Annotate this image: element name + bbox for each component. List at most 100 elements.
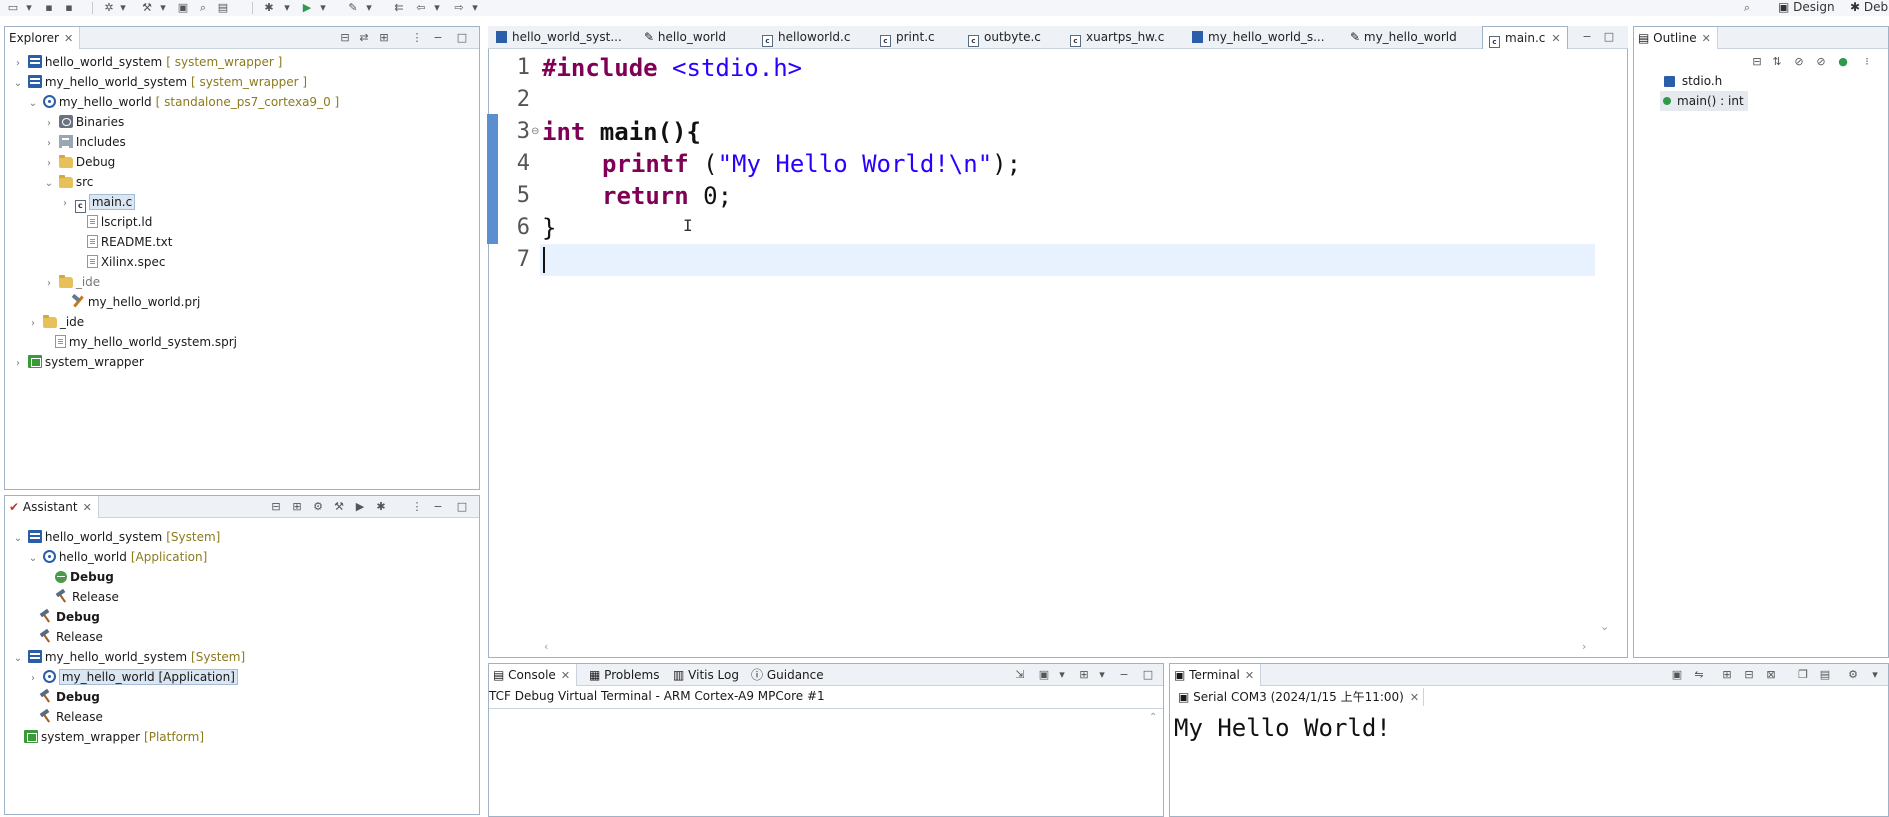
gear-icon[interactable]: ✲ <box>102 1 116 14</box>
clear-icon[interactable]: ⊠ <box>1764 668 1778 682</box>
disconnect-icon[interactable]: ⇋ <box>1692 668 1706 682</box>
chevron-right-icon[interactable]: › <box>59 194 71 214</box>
chevron-down-icon[interactable]: ▾ <box>1055 668 1069 682</box>
close-icon[interactable]: ✕ <box>1551 32 1560 45</box>
view-menu-icon[interactable]: ▾ <box>1868 668 1882 682</box>
chevron-right-icon[interactable]: › <box>12 54 24 74</box>
code-line-3[interactable]: int main(){ <box>542 116 701 148</box>
pin-icon[interactable]: ⇇ <box>392 1 406 14</box>
code-line-1[interactable]: #include <stdio.h> <box>542 52 802 84</box>
tab-console[interactable]: ▤ Console ✕ <box>489 664 578 686</box>
new-icon[interactable]: ▭ <box>6 1 20 14</box>
settings-icon[interactable]: ⊞ <box>1720 668 1734 682</box>
close-icon[interactable]: ✕ <box>1410 691 1419 704</box>
tree-item-src[interactable]: ⌄ src <box>43 172 93 192</box>
assistant-item-system-release[interactable]: Release <box>39 627 103 647</box>
minimize-icon[interactable]: − <box>431 31 445 45</box>
view-menu-icon[interactable]: ⋮ <box>410 500 424 514</box>
tree-item-includes[interactable]: › Includes <box>43 132 126 152</box>
view-menu-icon[interactable]: ⋮ <box>410 31 424 45</box>
close-icon[interactable]: ✕ <box>1702 32 1711 45</box>
outline-item-stdio[interactable]: stdio.h <box>1664 71 1722 91</box>
fold-collapse-icon[interactable]: ⊖ <box>531 126 539 137</box>
debug-icon[interactable]: ✱ <box>262 1 276 14</box>
tree-item-system-wrapper[interactable]: › system_wrapper <box>12 352 144 372</box>
close-icon[interactable]: ✕ <box>83 501 92 514</box>
collapse-all-icon[interactable]: ⊟ <box>338 31 352 45</box>
chevron-down-icon[interactable]: ▾ <box>158 1 168 14</box>
console-icon[interactable]: ▤ <box>216 1 230 14</box>
tree-item-main-c[interactable]: › c main.c <box>59 192 136 214</box>
hide-non-public-icon[interactable]: ● <box>1836 55 1850 69</box>
tab-problems[interactable]: ▦ Problems <box>585 664 665 686</box>
scroll-left-icon[interactable]: ‹ <box>544 640 548 653</box>
tab-my-hello-world-system[interactable]: my_hello_world_s... <box>1188 26 1325 49</box>
scroll-right-icon[interactable]: › <box>1582 640 1586 653</box>
chevron-down-icon[interactable]: ▾ <box>470 1 480 14</box>
pin-console-icon[interactable]: ⇲ <box>1013 668 1027 682</box>
tree-item-ide-outer[interactable]: › _ide <box>27 312 84 332</box>
chevron-down-icon[interactable]: ⌄ <box>27 549 39 569</box>
assistant-item-my-hello-world-system[interactable]: ⌄ my_hello_world_system [System] <box>12 647 245 667</box>
tab-print-c[interactable]: c print.c <box>876 26 935 49</box>
copy-icon[interactable]: ❐ <box>1796 668 1810 682</box>
scroll-down-icon[interactable]: ⌄ <box>1600 620 1609 633</box>
maximize-icon[interactable]: □ <box>455 31 469 45</box>
chevron-down-icon[interactable]: ▾ <box>318 1 328 14</box>
sort-icon[interactable]: ⇅ <box>1770 55 1784 69</box>
chevron-down-icon[interactable]: ▾ <box>364 1 374 14</box>
tab-my-hello-world[interactable]: ✎ my_hello_world <box>1346 26 1457 49</box>
outline-item-main[interactable]: main() : int <box>1660 91 1748 111</box>
settings-gear-icon[interactable]: ⚙ <box>311 500 325 514</box>
tab-helloworld-c[interactable]: c helloworld.c <box>758 26 850 49</box>
perspective-design[interactable]: ▣ Design <box>1778 0 1835 15</box>
display-console-icon[interactable]: ▣ <box>1037 668 1051 682</box>
build-hammer-icon[interactable]: ⚒ <box>332 500 346 514</box>
debug-icon[interactable]: ✱ <box>374 500 388 514</box>
code-line-4[interactable]: printf ("My Hello World!\n"); <box>602 148 1021 180</box>
scroll-up-icon[interactable]: ⌃ <box>1149 712 1157 723</box>
search-icon[interactable]: ⌕ <box>196 1 210 14</box>
link-editor-icon[interactable]: ⇄ <box>357 31 371 45</box>
search-icon[interactable]: ⌕ <box>1740 1 1754 14</box>
tab-hello-world[interactable]: ✎ hello_world <box>640 26 726 49</box>
expand-all-icon[interactable]: ⊞ <box>290 500 304 514</box>
tab-outline[interactable]: ▤ Outline ✕ <box>1634 27 1718 49</box>
assistant-item-release[interactable]: Release <box>55 587 119 607</box>
close-icon[interactable]: ✕ <box>1245 669 1254 682</box>
assistant-item-hello-world-system[interactable]: ⌄ hello_world_system [System] <box>12 527 220 547</box>
maximize-icon[interactable]: □ <box>1602 30 1616 44</box>
scroll-lock-icon[interactable]: ⊟ <box>1742 668 1756 682</box>
minimize-icon[interactable]: − <box>1580 30 1594 44</box>
tab-main-c[interactable]: c main.c ✕ <box>1482 26 1568 49</box>
save-icon[interactable]: ▪ <box>42 1 56 14</box>
perspective-debug[interactable]: ✱ Deb <box>1850 0 1888 15</box>
back-arrow-icon[interactable]: ⇦ <box>414 1 428 14</box>
close-icon[interactable]: ✕ <box>64 32 73 45</box>
terminal-settings-icon[interactable]: ⚙ <box>1846 668 1860 682</box>
chevron-right-icon[interactable]: › <box>43 274 55 294</box>
chevron-right-icon[interactable]: › <box>12 354 24 374</box>
tab-assistant[interactable]: ✔ Assistant ✕ <box>5 496 99 518</box>
minimize-icon[interactable]: − <box>431 500 445 514</box>
maximize-icon[interactable]: □ <box>455 500 469 514</box>
chevron-down-icon[interactable]: ▾ <box>24 1 34 14</box>
run-icon[interactable]: ▶ <box>353 500 367 514</box>
tree-item-hello-world-system[interactable]: › hello_world_system[ system_wrapper ] <box>12 52 282 72</box>
chevron-down-icon[interactable]: ▾ <box>1095 668 1109 682</box>
tab-outbyte-c[interactable]: c outbyte.c <box>964 26 1041 49</box>
tree-item-sprj[interactable]: my_hello_world_system.sprj <box>39 332 237 352</box>
chevron-down-icon[interactable]: ▾ <box>118 1 128 14</box>
code-line-6[interactable]: } <box>542 212 556 244</box>
chevron-down-icon[interactable]: ⌄ <box>12 74 24 94</box>
assistant-item-system-debug[interactable]: Debug <box>39 607 100 627</box>
tab-hello-world-system[interactable]: hello_world_syst... <box>492 26 622 49</box>
tree-item-binaries[interactable]: › Binaries <box>43 112 124 132</box>
paste-icon[interactable]: ▤ <box>1818 668 1832 682</box>
collapse-all-icon[interactable]: ⊟ <box>269 500 283 514</box>
hide-static-icon[interactable]: ⊘ <box>1814 55 1828 69</box>
code-line-5[interactable]: return 0; <box>602 180 732 212</box>
tree-item-lscript[interactable]: lscript.ld <box>71 212 152 232</box>
view-menu-icon[interactable]: ⁝ <box>1860 55 1874 69</box>
terminal-output[interactable]: My Hello World! <box>1174 712 1391 744</box>
